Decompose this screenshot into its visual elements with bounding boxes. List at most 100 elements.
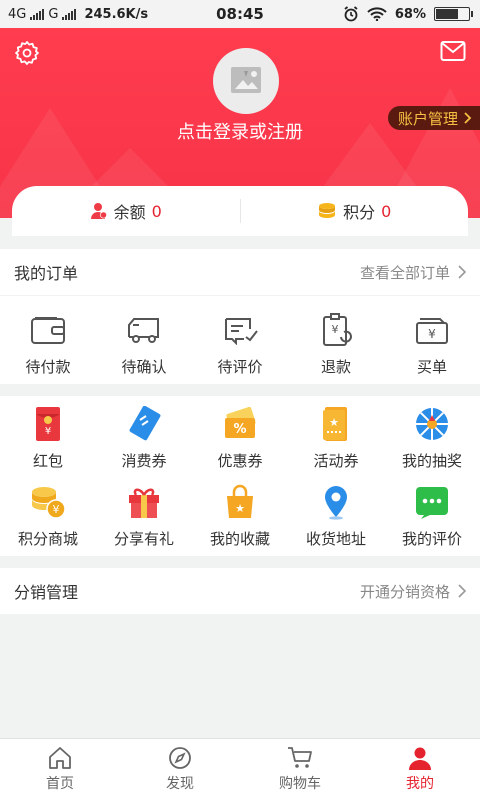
service-label: 优惠券: [217, 452, 263, 470]
cart-icon: [288, 747, 312, 768]
lottery-wheel-icon: [412, 404, 452, 444]
account-manage-label: 账户管理: [397, 109, 458, 128]
avatar[interactable]: [213, 48, 279, 114]
distribution-header[interactable]: 分销管理 开通分销资格: [0, 568, 480, 614]
truck-icon: [124, 310, 164, 350]
svg-text:¥: ¥: [332, 323, 339, 336]
coin-stack-icon: ¥: [28, 482, 68, 522]
battery-icon: [434, 7, 473, 21]
review-icon: [220, 310, 260, 350]
tab-label: 发现: [166, 776, 194, 792]
tab-cart[interactable]: 购物车: [240, 739, 360, 800]
refund-icon: ¥: [316, 310, 356, 350]
svg-text:¥: ¥: [53, 503, 60, 516]
balance-card: 余额 0 积分 0: [12, 186, 468, 236]
service-label: 我的收藏: [209, 530, 270, 548]
account-manage-button[interactable]: 账户管理: [387, 106, 480, 130]
service-lottery[interactable]: 我的抽奖: [384, 404, 480, 476]
alarm-icon: [344, 6, 358, 22]
view-all-orders-link[interactable]: 查看全部订单: [360, 262, 466, 283]
pay-bill-icon: ¥: [412, 310, 452, 350]
network-type-2: G: [48, 6, 59, 22]
service-voucher[interactable]: 消费券: [96, 404, 192, 476]
orders-header[interactable]: 我的订单 查看全部订单: [0, 249, 480, 295]
tab-discover[interactable]: 发现: [120, 739, 240, 800]
chevron-right-icon: [464, 112, 472, 124]
chevron-right-icon: [458, 265, 466, 279]
svg-text:¥: ¥: [45, 426, 51, 437]
open-distribution-label: 开通分销资格: [359, 582, 450, 601]
order-item-label: 买单: [416, 358, 447, 376]
coupon-icon: %: [220, 404, 260, 444]
tab-label: 购物车: [279, 776, 321, 792]
settings-icon[interactable]: [14, 40, 40, 66]
view-all-orders-label: 查看全部订单: [359, 263, 450, 282]
signal-icon-2: [62, 8, 77, 20]
order-item-pending-review[interactable]: 待评价: [192, 310, 288, 384]
orders-title: 我的订单: [14, 264, 79, 283]
wifi-icon: [367, 7, 387, 21]
order-item-refund[interactable]: ¥ 退款: [288, 310, 384, 384]
points-label: 积分: [343, 203, 376, 222]
service-label: 我的评价: [401, 530, 462, 548]
svg-text:★: ★: [235, 502, 245, 515]
favorites-bag-icon: ★: [220, 482, 260, 522]
services-row-2: ¥ 积分商城 分享有礼 ★ 我的收藏 收货地址 我的评价: [0, 476, 480, 556]
bottom-tab-bar: 首页 发现 购物车 我的: [0, 738, 480, 800]
svg-text:%: %: [233, 422, 246, 437]
order-item-label: 待付款: [25, 358, 71, 376]
network-type-1: 4G: [8, 6, 27, 22]
service-coupon[interactable]: % 优惠券: [192, 404, 288, 476]
orders-row: 待付款 待确认 待评价 ¥ 退款 ¥ 买单: [0, 296, 480, 384]
chevron-right-icon: [458, 584, 466, 598]
chat-bubble-icon: [412, 482, 452, 522]
service-event-ticket[interactable]: ★ 活动券: [288, 404, 384, 476]
balance-label: 余额: [113, 203, 146, 222]
points-item[interactable]: 积分 0: [241, 199, 469, 223]
wallet-icon: [28, 310, 68, 350]
service-favorites[interactable]: ★ 我的收藏: [192, 482, 288, 556]
service-label: 活动券: [313, 452, 359, 470]
tab-mine[interactable]: 我的: [360, 739, 480, 800]
network-speed: 245.6K/s: [84, 6, 149, 22]
red-envelope-icon: ¥: [28, 404, 68, 444]
compass-icon: [169, 747, 191, 769]
battery-percent: 68%: [394, 6, 426, 22]
balance-user-icon: [90, 203, 107, 219]
services-row-1: ¥ 红包 消费券 % 优惠券 ★ 活动券 我的抽奖: [0, 396, 480, 476]
event-ticket-icon: ★: [316, 404, 356, 444]
coins-icon: [319, 203, 336, 218]
order-item-pending-confirm[interactable]: 待确认: [96, 310, 192, 384]
distribution-title: 分销管理: [14, 583, 79, 602]
order-item-label: 待确认: [121, 358, 167, 376]
avatar-placeholder-icon: [231, 67, 261, 93]
svg-text:★: ★: [329, 416, 339, 429]
tab-label: 首页: [46, 776, 74, 792]
points-value: 0: [381, 201, 392, 221]
order-item-label: 退款: [320, 358, 351, 376]
service-address[interactable]: 收货地址: [288, 482, 384, 556]
service-share-gift[interactable]: 分享有礼: [96, 482, 192, 556]
balance-value: 0: [151, 201, 162, 221]
balance-item[interactable]: 余额 0: [12, 199, 240, 223]
order-item-label: 待评价: [217, 358, 263, 376]
service-my-reviews[interactable]: 我的评价: [384, 482, 480, 556]
service-points-mall[interactable]: ¥ 积分商城: [0, 482, 96, 556]
message-icon[interactable]: [440, 40, 466, 62]
service-red-envelope[interactable]: ¥ 红包: [0, 404, 96, 476]
location-pin-icon: [316, 482, 356, 522]
service-label: 我的抽奖: [401, 452, 462, 470]
status-bar: 4G G 245.6K/s 08:45 68%: [0, 0, 480, 28]
order-item-pending-payment[interactable]: 待付款: [0, 310, 96, 384]
home-icon: [49, 747, 71, 769]
open-distribution-link[interactable]: 开通分销资格: [360, 581, 466, 602]
service-label: 收货地址: [305, 530, 366, 548]
tab-home[interactable]: 首页: [0, 739, 120, 800]
order-item-pay-bill[interactable]: ¥ 买单: [384, 310, 480, 384]
service-label: 红包: [32, 452, 63, 470]
service-label: 分享有礼: [113, 530, 174, 548]
service-label: 积分商城: [17, 530, 78, 548]
gift-icon: [124, 482, 164, 522]
service-label: 消费券: [121, 452, 167, 470]
signal-icon: [30, 8, 45, 20]
